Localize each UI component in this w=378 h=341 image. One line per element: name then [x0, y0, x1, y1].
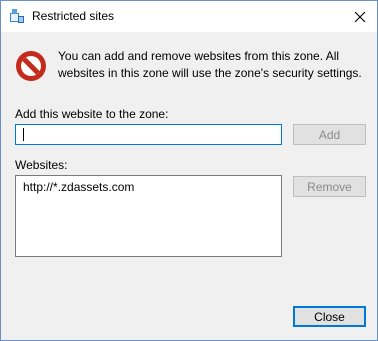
dialog-window: Restricted sites You can add and remove …	[0, 0, 378, 341]
text-caret	[23, 128, 24, 141]
zone-description: You can add and remove websites from thi…	[58, 49, 362, 80]
window-title: Restricted sites	[32, 9, 115, 23]
close-button[interactable]: Close	[293, 306, 366, 327]
internet-options-icon	[9, 8, 25, 24]
list-item[interactable]: http://*.zdassets.com	[23, 180, 134, 194]
websites-list[interactable]: http://*.zdassets.com	[15, 175, 282, 257]
restricted-no-entry-icon	[15, 50, 47, 82]
website-input[interactable]	[15, 124, 282, 145]
websites-label: Websites:	[15, 158, 68, 172]
close-window-button[interactable]	[343, 1, 377, 32]
remove-button[interactable]: Remove	[293, 176, 366, 197]
add-button[interactable]: Add	[293, 124, 366, 145]
title-bar: Restricted sites	[1, 1, 377, 32]
add-website-label: Add this website to the zone:	[15, 107, 169, 121]
close-icon	[354, 11, 366, 23]
